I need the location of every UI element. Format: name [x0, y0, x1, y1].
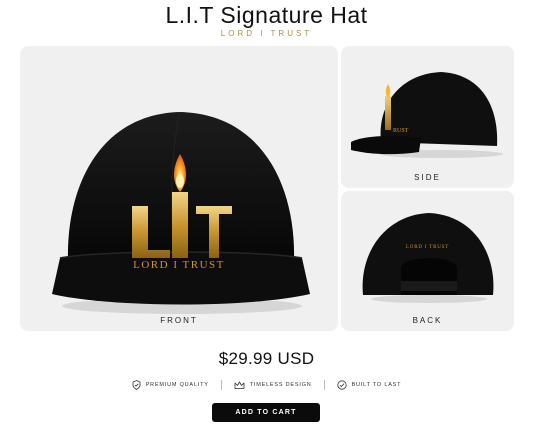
gallery-image-front[interactable]: LORD I TRUST FRONT	[20, 46, 338, 331]
gallery-image-side[interactable]: RUST SIDE	[341, 46, 514, 188]
feature-list: PREMIUM QUALITY TIMELESS DESIGN BUILT TO…	[0, 378, 533, 392]
shield-check-icon	[132, 380, 141, 390]
back-label: BACK	[412, 316, 443, 325]
back-embroidery-text: LORD I TRUST	[405, 245, 450, 250]
front-label: FRONT	[160, 316, 198, 325]
feature-item: TIMELESS DESIGN	[222, 381, 324, 390]
product-price: $29.99 USD	[218, 349, 315, 368]
feature-item: PREMIUM QUALITY	[120, 380, 221, 390]
side-label: SIDE	[414, 173, 441, 182]
hat-logo-text: LORD I TRUST	[133, 259, 225, 271]
crown-icon	[234, 381, 245, 390]
feature-label: BUILT TO LAST	[351, 382, 402, 388]
feature-item: BUILT TO LAST	[325, 380, 414, 390]
product-subtitle: LORD I TRUST	[220, 29, 313, 38]
check-circle-icon	[336, 380, 347, 390]
gallery-image-back[interactable]: LORD I TRUST BACK	[341, 191, 514, 331]
hat-front-image	[52, 111, 310, 314]
product-title: L.I.T Signature Hat	[165, 2, 368, 28]
hat-back-image	[362, 213, 494, 303]
svg-text:RUST: RUST	[393, 128, 409, 134]
hat-side-image: RUST	[351, 72, 503, 158]
feature-label: TIMELESS DESIGN	[249, 382, 312, 388]
add-to-cart-button[interactable]: ADD TO CART	[212, 403, 320, 422]
feature-label: PREMIUM QUALITY	[145, 382, 209, 388]
